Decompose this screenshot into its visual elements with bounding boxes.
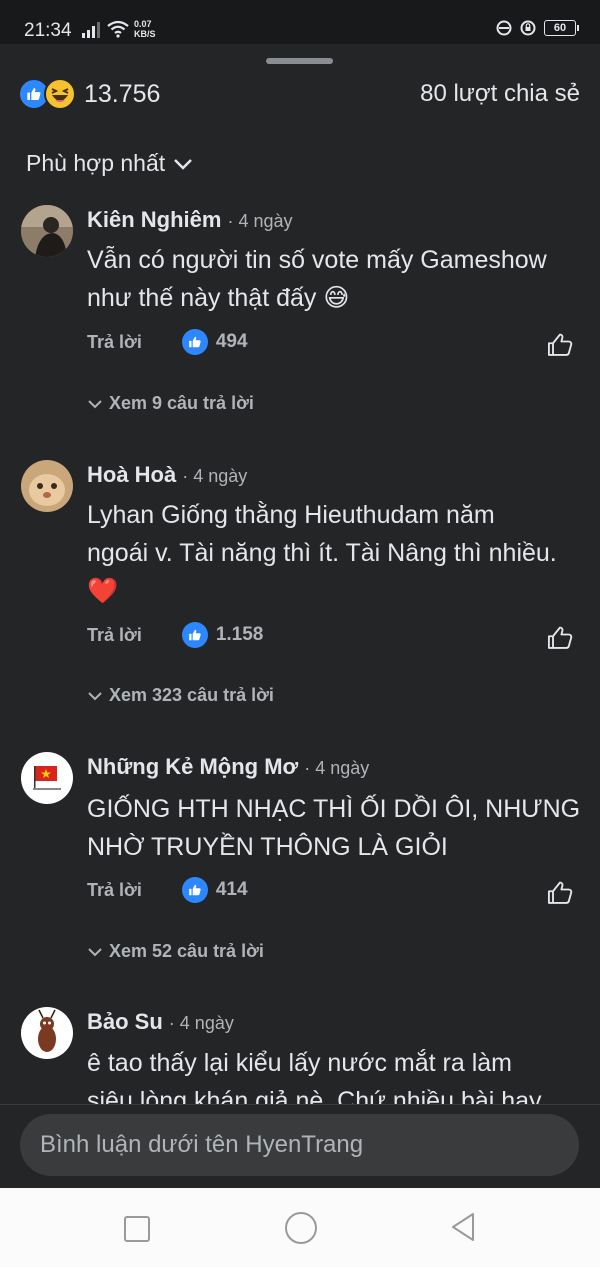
avatar[interactable] bbox=[21, 1007, 73, 1059]
view-replies-link[interactable]: Xem 323 câu trả lời bbox=[87, 685, 274, 706]
home-icon[interactable] bbox=[285, 1212, 317, 1244]
reply-button[interactable]: Trả lời bbox=[87, 625, 142, 646]
avatar[interactable] bbox=[21, 205, 73, 257]
chevron-down-icon bbox=[174, 158, 193, 170]
comment-time: · 4 ngày bbox=[227, 211, 293, 231]
view-replies-link[interactable]: Xem 52 câu trả lời bbox=[87, 941, 264, 962]
commenter-name[interactable]: Hoà Hoà bbox=[87, 462, 176, 487]
signal-icon bbox=[82, 22, 100, 38]
avatar[interactable] bbox=[21, 752, 73, 804]
like-badge-icon bbox=[181, 877, 208, 903]
share-count[interactable]: 80 lượt chia sẻ bbox=[420, 80, 580, 108]
reply-button[interactable]: Trả lời bbox=[87, 332, 142, 353]
commenter-name[interactable]: Bảo Su bbox=[87, 1009, 163, 1034]
comment-text: Lyhan Giống thằng Hieuthudam năm ngoái v… bbox=[87, 501, 557, 605]
view-replies-link[interactable]: Xem 9 câu trả lời bbox=[87, 393, 254, 414]
like-count: 494 bbox=[215, 331, 248, 352]
like-badge-icon bbox=[181, 329, 208, 355]
chevron-down-icon bbox=[88, 947, 102, 956]
like-badge-icon bbox=[181, 622, 208, 648]
comment-text: Vẫn có người tin số vote mấy Gameshow nh… bbox=[87, 246, 547, 312]
data-saver-icon bbox=[496, 20, 512, 36]
haha-reaction-icon bbox=[44, 78, 76, 110]
battery-indicator: 60 bbox=[544, 20, 579, 36]
like-count: 1.158 bbox=[215, 624, 264, 645]
like-count: 414 bbox=[215, 879, 248, 900]
avatar[interactable] bbox=[21, 460, 73, 512]
comment-input[interactable]: Bình luận dưới tên HyenTrang bbox=[20, 1114, 579, 1176]
comment-time: · 4 ngày bbox=[304, 758, 370, 778]
drag-handle[interactable] bbox=[266, 58, 333, 64]
chevron-down-icon bbox=[88, 691, 102, 700]
like-button-icon[interactable] bbox=[546, 624, 574, 652]
back-icon[interactable] bbox=[450, 1212, 476, 1242]
comment-item: Bảo Su · 4 ngày ê tao thấy lại kiểu lấy n… bbox=[0, 1007, 600, 1104]
like-button-icon[interactable] bbox=[546, 331, 574, 359]
reaction-summary[interactable]: 13.756 bbox=[18, 78, 160, 110]
comment-text: ê tao thấy lại kiểu lấy nước mắt ra làm … bbox=[87, 1049, 542, 1104]
comment-time: · 4 ngày bbox=[168, 1013, 234, 1033]
status-bar: 21:34 0.07 KB/S 60 bbox=[0, 0, 600, 44]
comment-time: · 4 ngày bbox=[182, 466, 248, 486]
sort-dropdown[interactable]: Phù hợp nhất bbox=[26, 150, 193, 177]
system-nav-bar bbox=[0, 1188, 600, 1267]
reaction-count: 13.756 bbox=[84, 79, 161, 108]
reply-button[interactable]: Trả lời bbox=[87, 880, 142, 901]
comment-text: GIỐNG HTH NHẠC THÌ ỐI DỒI ÔI, NHƯNG NHỜ … bbox=[87, 795, 581, 861]
wifi-icon bbox=[107, 20, 129, 38]
commenter-name[interactable]: Kiên Nghiêm bbox=[87, 207, 221, 232]
like-button-icon[interactable] bbox=[546, 879, 574, 907]
sort-label: Phù hợp nhất bbox=[26, 150, 166, 176]
recent-apps-icon[interactable] bbox=[124, 1216, 150, 1242]
comment-input-placeholder: Bình luận dưới tên HyenTrang bbox=[40, 1131, 364, 1158]
status-time: 21:34 bbox=[24, 20, 72, 41]
chevron-down-icon bbox=[88, 399, 102, 408]
commenter-name[interactable]: Những Kẻ Mộng Mơ bbox=[87, 754, 298, 779]
net-speed: 0.07 KB/S bbox=[134, 19, 156, 39]
lock-rotation-icon bbox=[520, 20, 536, 36]
